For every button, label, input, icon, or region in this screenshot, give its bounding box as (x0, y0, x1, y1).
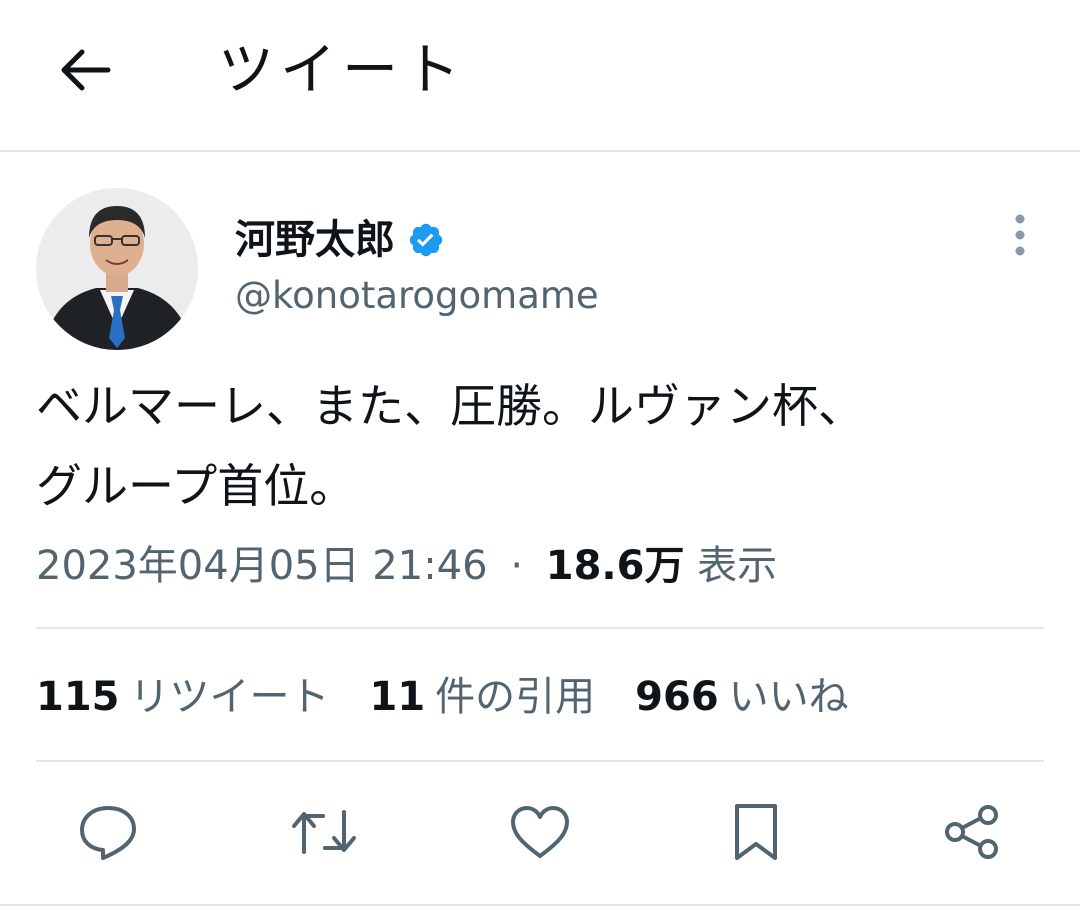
verified-badge-icon (407, 221, 445, 259)
divider (36, 627, 1044, 629)
tweet-meta: 2023年04月05日 21:46 · 18.6万 表示 (36, 538, 777, 594)
retweets-count: 115 (36, 674, 120, 720)
more-options-button[interactable] (1000, 212, 1040, 262)
views-count: 18.6万 (545, 543, 685, 589)
like-icon (509, 804, 571, 864)
share-button[interactable] (932, 792, 1012, 876)
action-bar (0, 792, 1080, 876)
retweet-icon (291, 804, 357, 864)
author-name-row[interactable]: 河野太郎 (235, 212, 445, 268)
likes-label: いいね (728, 674, 849, 720)
views-label: 表示 (697, 543, 778, 589)
likes-stat[interactable]: 966 いいね (635, 668, 849, 726)
quotes-stat[interactable]: 11 件の引用 (370, 668, 596, 726)
author-handle[interactable]: @konotarogomame (235, 272, 599, 320)
arrow-left-icon (58, 46, 112, 98)
divider (0, 904, 1080, 906)
divider (36, 760, 1044, 762)
likes-count: 966 (635, 674, 719, 720)
tweet-stats: 115 リツイート 11 件の引用 966 いいね (36, 668, 889, 726)
like-button[interactable] (500, 792, 580, 876)
reply-icon (77, 803, 139, 865)
author-display-name[interactable]: 河野太郎 (235, 212, 395, 268)
quotes-label: 件の引用 (435, 674, 596, 720)
quotes-count: 11 (369, 674, 426, 720)
back-button[interactable] (50, 40, 120, 104)
retweets-label: リツイート (129, 674, 330, 720)
tweet-timestamp[interactable]: 2023年04月05日 21:46 (36, 543, 488, 589)
more-vertical-icon (1014, 213, 1026, 261)
tweet-text: ベルマーレ、また、圧勝。ルヴァン杯、 グループ首位。 (36, 379, 864, 513)
reply-button[interactable] (68, 792, 148, 876)
bookmark-button[interactable] (716, 792, 796, 876)
page-title: ツイート (218, 38, 466, 103)
retweets-stat[interactable]: 115 リツイート (36, 668, 330, 726)
bookmark-icon (731, 802, 781, 866)
avatar[interactable] (36, 188, 198, 350)
top-bar: ツイート (0, 0, 1080, 152)
share-icon (943, 803, 1001, 865)
meta-separator: · (510, 543, 524, 589)
retweet-button[interactable] (284, 792, 364, 876)
